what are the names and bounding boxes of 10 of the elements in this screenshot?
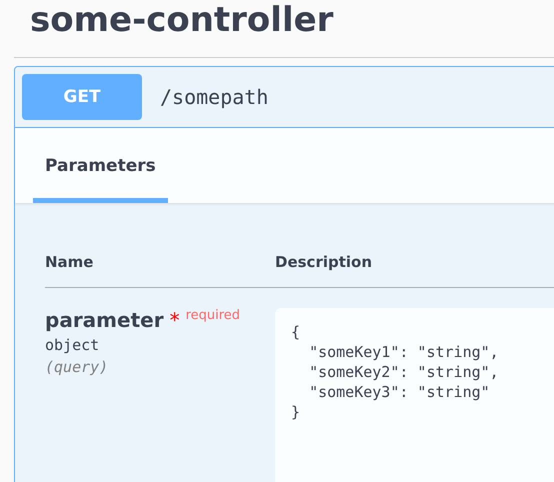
value-input-field[interactable]: { "someKey1": "string", "someKey2": "string", "someKey3": "string" } — [275, 308, 554, 482]
parameter-name: parameter — [45, 308, 164, 332]
section-title: some-controller — [14, 0, 554, 58]
required-label: required — [186, 308, 240, 323]
column-header: Description — [275, 253, 374, 271]
column-header: Name — [45, 253, 94, 271]
parameter-type: object — [45, 336, 100, 354]
parameter-location: (query) — [45, 358, 110, 376]
endpoint-path[interactable]: /somepath — [160, 85, 268, 109]
required-asterisk: * — [170, 308, 180, 332]
